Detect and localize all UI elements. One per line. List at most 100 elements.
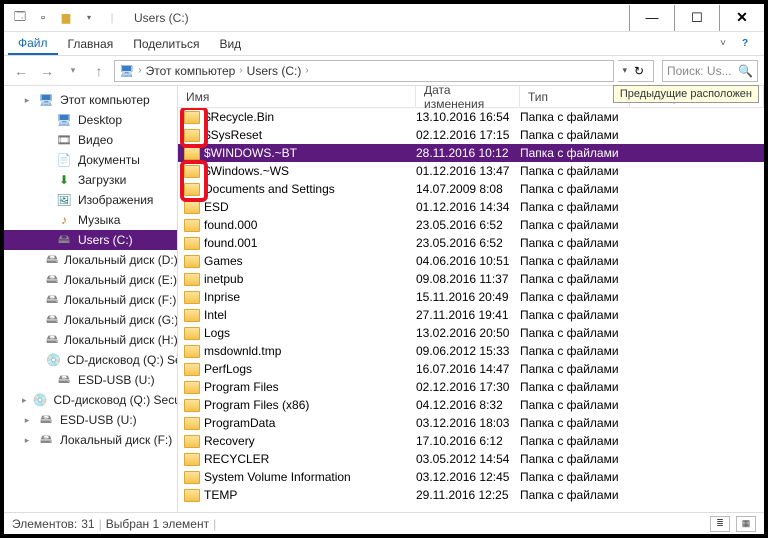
qa-newfolder-icon[interactable]: ▆ — [56, 8, 76, 28]
qa-dropdown-icon[interactable]: ▾ — [79, 8, 99, 28]
tree-item[interactable]: ▸💿CD-дисковод (Q:) SecureI — [4, 390, 177, 410]
table-row[interactable]: msdownld.tmp09.06.2012 15:33Папка с файл… — [178, 342, 764, 360]
table-row[interactable]: $Recycle.Bin13.10.2016 16:54Папка с файл… — [178, 108, 764, 126]
drive-icon: 🖴 — [46, 292, 58, 308]
nav-back-button[interactable]: ← — [10, 60, 32, 82]
file-date: 03.12.2016 18:03 — [416, 416, 520, 430]
minimize-button[interactable]: — — [629, 5, 674, 31]
qa-properties-icon[interactable]: ▫ — [33, 8, 53, 28]
table-row[interactable]: ProgramData03.12.2016 18:03Папка с файла… — [178, 414, 764, 432]
table-row[interactable]: Recovery17.10.2016 6:12Папка с файлами — [178, 432, 764, 450]
refresh-button[interactable]: ↻ — [629, 64, 649, 78]
table-row[interactable]: PerfLogs16.07.2016 14:47Папка с файлами — [178, 360, 764, 378]
table-row[interactable]: $SysReset02.12.2016 17:15Папка с файлами — [178, 126, 764, 144]
table-row[interactable]: Logs13.02.2016 20:50Папка с файлами — [178, 324, 764, 342]
close-button[interactable]: ✕ — [719, 5, 764, 31]
table-row[interactable]: found.00123.05.2016 6:52Папка с файлами — [178, 234, 764, 252]
table-row[interactable]: Games04.06.2016 10:51Папка с файлами — [178, 252, 764, 270]
expander-icon[interactable]: ▸ — [22, 95, 32, 106]
tab-home[interactable]: Главная — [58, 34, 124, 54]
cd-icon: 💿 — [46, 352, 61, 368]
tree-item[interactable]: 🖴Локальный диск (D:) — [4, 250, 177, 270]
folder-icon — [184, 291, 200, 304]
table-row[interactable]: System Volume Information03.12.2016 12:4… — [178, 468, 764, 486]
tree-item[interactable]: ♪Музыка — [4, 210, 177, 230]
cd-icon: 💿 — [33, 392, 48, 408]
folder-icon — [184, 435, 200, 448]
table-row[interactable]: inetpub09.08.2016 11:37Папка с файлами — [178, 270, 764, 288]
table-row[interactable]: ESD01.12.2016 14:34Папка с файлами — [178, 198, 764, 216]
view-icons-button[interactable]: ▦ — [736, 516, 756, 532]
tree-item[interactable]: 🎞Видео — [4, 130, 177, 150]
breadcrumb[interactable]: Этот компьютер — [146, 64, 236, 78]
folder-icon — [184, 183, 200, 196]
file-name: RECYCLER — [204, 452, 269, 466]
table-row[interactable]: Program Files02.12.2016 17:30Папка с фай… — [178, 378, 764, 396]
vid-icon: 🎞 — [56, 132, 72, 148]
tree-item[interactable]: 🖴Локальный диск (E:) — [4, 270, 177, 290]
nav-up-button[interactable]: ↑ — [88, 60, 110, 82]
tree-item[interactable]: ▸🖴ESD-USB (U:) — [4, 410, 177, 430]
nav-forward-button[interactable]: → — [36, 60, 58, 82]
file-name: System Volume Information — [204, 470, 351, 484]
tree-item[interactable]: 💿CD-дисковод (Q:) Secur — [4, 350, 177, 370]
tree-item[interactable]: 🖴ESD-USB (U:) — [4, 370, 177, 390]
column-date[interactable]: Дата изменения — [416, 86, 520, 107]
expander-icon[interactable]: ▸ — [22, 415, 32, 426]
tree-item[interactable]: 🖴Локальный диск (F:) — [4, 290, 177, 310]
ribbon-expand-icon[interactable]: ˅ — [714, 35, 732, 53]
tree-item[interactable]: 🖴Users (C:) — [4, 230, 177, 250]
file-name: ProgramData — [204, 416, 275, 430]
tree-item[interactable]: 🖴Локальный диск (G:) — [4, 310, 177, 330]
tree-item[interactable]: ▸🖥Этот компьютер — [4, 90, 177, 110]
table-row[interactable]: $WINDOWS.~BT28.11.2016 10:12Папка с файл… — [178, 144, 764, 162]
file-type: Папка с файлами — [520, 326, 680, 340]
maximize-button[interactable]: ☐ — [674, 5, 719, 31]
tab-file[interactable]: Файл — [8, 33, 58, 55]
tree-item[interactable]: ⬇Загрузки — [4, 170, 177, 190]
expander-icon[interactable]: ▸ — [22, 395, 27, 406]
help-icon[interactable]: ? — [736, 35, 754, 53]
expander-icon[interactable]: ▸ — [22, 435, 32, 446]
column-name[interactable]: Имя — [178, 86, 416, 107]
file-list[interactable]: $Recycle.Bin13.10.2016 16:54Папка с файл… — [178, 108, 764, 512]
nav-history-dropdown[interactable]: ▾ — [62, 60, 84, 82]
file-name: ESD — [204, 200, 229, 214]
table-row[interactable]: Program Files (x86)04.12.2016 8:32Папка … — [178, 396, 764, 414]
table-row[interactable]: TEMP29.11.2016 12:25Папка с файлами — [178, 486, 764, 504]
file-name: Program Files — [204, 380, 279, 394]
chevron-right-icon[interactable]: › — [305, 65, 308, 76]
tab-share[interactable]: Поделиться — [123, 34, 209, 54]
table-row[interactable]: Intel27.11.2016 19:41Папка с файлами — [178, 306, 764, 324]
tree-item[interactable]: 🖥Desktop — [4, 110, 177, 130]
tab-view[interactable]: Вид — [209, 34, 251, 54]
folder-icon — [184, 237, 200, 250]
file-name: Documents and Settings — [204, 182, 335, 196]
search-input[interactable]: Поиск: Us... 🔍 Предыдущие расположен — [662, 60, 758, 82]
table-row[interactable]: $Windows.~WS01.12.2016 13:47Папка с файл… — [178, 162, 764, 180]
drive-icon: 🖴 — [46, 312, 58, 328]
file-date: 14.07.2009 8:08 — [416, 182, 520, 196]
tree-item-label: Локальный диск (D:) — [64, 253, 177, 267]
view-details-button[interactable]: ≣ — [710, 516, 730, 532]
tree-item[interactable]: 🖴Локальный диск (H:) — [4, 330, 177, 350]
table-row[interactable]: RECYCLER03.05.2012 14:54Папка с файлами — [178, 450, 764, 468]
breadcrumb[interactable]: Users (C:) — [247, 64, 302, 78]
tree-item[interactable]: 🖼Изображения — [4, 190, 177, 210]
tree-item-label: Users (C:) — [78, 233, 133, 247]
explorer-window: 🗔 ▫ ▆ ▾ | Users (C:) — ☐ ✕ Файл Главная … — [0, 0, 768, 538]
tree-item[interactable]: 📄Документы — [4, 150, 177, 170]
file-type: Папка с файлами — [520, 344, 680, 358]
file-date: 04.06.2016 10:51 — [416, 254, 520, 268]
table-row[interactable]: found.00023.05.2016 6:52Папка с файлами — [178, 216, 764, 234]
address-bar[interactable]: 🖥 › Этот компьютер › Users (C:) › — [114, 60, 614, 82]
chevron-right-icon[interactable]: › — [138, 65, 141, 76]
file-type: Папка с файлами — [520, 110, 680, 124]
address-dropdown-icon[interactable]: ▾ — [622, 65, 627, 76]
navigation-tree[interactable]: ▸🖥Этот компьютер🖥Desktop🎞Видео📄Документы… — [4, 86, 178, 512]
tree-item[interactable]: ▸🖴Локальный диск (F:) — [4, 430, 177, 450]
chevron-right-icon[interactable]: › — [239, 65, 242, 76]
table-row[interactable]: Documents and Settings14.07.2009 8:08Пап… — [178, 180, 764, 198]
file-name: found.001 — [204, 236, 257, 250]
table-row[interactable]: Inprise15.11.2016 20:49Папка с файлами — [178, 288, 764, 306]
